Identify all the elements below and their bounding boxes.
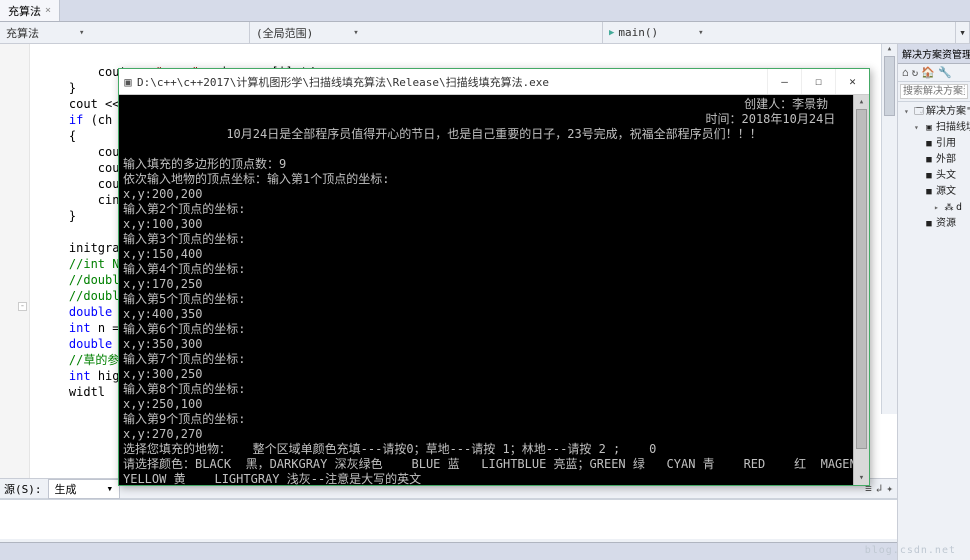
output-source-combo[interactable]: 生成 ▾ — [48, 479, 121, 499]
chevron-down-icon: ▾ — [353, 28, 358, 38]
maximize-button[interactable]: ☐ — [801, 69, 835, 94]
show-all-icon[interactable]: 🏠 — [921, 66, 935, 79]
output-content[interactable] — [0, 499, 897, 539]
console-window: ▣ D:\c++\c++2017\计算机图形学\扫描线填充算法\Release\… — [118, 68, 870, 486]
console-title: D:\c++\c++2017\计算机图形学\扫描线填充算法\Release\扫描… — [137, 74, 767, 90]
wrap-icon[interactable]: ↲ — [876, 482, 883, 495]
editor-tabstrip: 充算法 × — [0, 0, 970, 22]
panel-toolbar: ⌂ ↻ 🏠 🔧 — [898, 64, 970, 82]
tree-refs[interactable]: 引用 — [936, 138, 956, 149]
status-strip — [0, 542, 897, 560]
scroll-thumb[interactable] — [884, 56, 895, 116]
editor-scrollbar[interactable]: ▴ — [881, 44, 897, 414]
scope-bar: 充算法 ▾ (全局范围) ▾ ▶ main() ▾ ▾ — [0, 22, 970, 44]
tree-project[interactable]: 扫描线填 — [936, 122, 970, 133]
console-titlebar[interactable]: ▣ D:\c++\c++2017\计算机图形学\扫描线填充算法\Release\… — [119, 69, 869, 95]
scope-scope[interactable]: (全局范围) ▾ — [250, 22, 603, 43]
panel-search — [898, 82, 970, 102]
output-source-label: 源(S): — [4, 481, 42, 497]
scope-func-label: main() — [618, 26, 658, 39]
scroll-up-icon[interactable]: ▴ — [854, 95, 869, 109]
close-button[interactable]: ✕ — [835, 69, 869, 94]
split-button[interactable]: ▾ — [956, 22, 970, 43]
scope-func[interactable]: ▶ main() ▾ — [603, 22, 956, 43]
tree-res[interactable]: 资源 — [936, 218, 956, 229]
home-icon[interactable]: ⌂ — [902, 66, 909, 79]
panel-title: 解决方案资管理 — [898, 44, 970, 64]
scroll-thumb[interactable] — [856, 109, 867, 449]
tree-d[interactable]: d — [956, 202, 962, 213]
minimize-button[interactable]: — — [767, 69, 801, 94]
search-input[interactable] — [900, 84, 968, 99]
chevron-down-icon: ▾ — [107, 482, 114, 495]
scope-scope-label: (全局范围) — [256, 25, 313, 41]
refresh-icon[interactable]: ↻ — [912, 66, 919, 79]
editor-tab[interactable]: 充算法 × — [0, 0, 60, 21]
watermark: blog.csdn.net — [865, 545, 956, 556]
console-scrollbar[interactable]: ▴ ▾ — [853, 95, 869, 485]
app-icon: ▣ — [119, 75, 137, 89]
console-output[interactable]: 创建人：李景勃 时间：2018年10月24日 10月24日是全部程序员值得开心的… — [119, 95, 869, 485]
output-panel: 源(S): 生成 ▾ ≡ ↲ ✦ — [0, 478, 897, 560]
close-icon[interactable]: × — [45, 5, 51, 16]
scope-file[interactable]: 充算法 ▾ — [0, 22, 250, 43]
tree-solution[interactable]: 解决方案"扫 — [926, 106, 970, 117]
tree-hdr[interactable]: 头文 — [936, 170, 956, 181]
scroll-up-icon[interactable]: ▴ — [882, 44, 897, 54]
properties-icon[interactable]: 🔧 — [938, 66, 952, 79]
chevron-down-icon: ▾ — [698, 28, 703, 38]
solution-explorer: 解决方案资管理 ⌂ ↻ 🏠 🔧 ▾🗔解决方案"扫 ▾▣扫描线填 ■引用 ■外部 … — [897, 44, 970, 560]
scope-file-label: 充算法 — [6, 25, 39, 41]
tree-src[interactable]: 源文 — [936, 186, 956, 197]
tree-ext[interactable]: 外部 — [936, 154, 956, 165]
play-icon: ▶ — [609, 28, 614, 38]
solution-tree[interactable]: ▾🗔解决方案"扫 ▾▣扫描线填 ■引用 ■外部 ■头文 ■源文 ▸⁂d ■资源 — [898, 102, 970, 234]
chevron-down-icon: ▾ — [79, 28, 84, 38]
fold-icon[interactable]: - — [18, 302, 27, 311]
lock-icon[interactable]: ✦ — [886, 482, 893, 495]
combo-value: 生成 — [55, 481, 77, 497]
tab-label: 充算法 — [8, 3, 41, 19]
scroll-down-icon[interactable]: ▾ — [854, 471, 869, 485]
